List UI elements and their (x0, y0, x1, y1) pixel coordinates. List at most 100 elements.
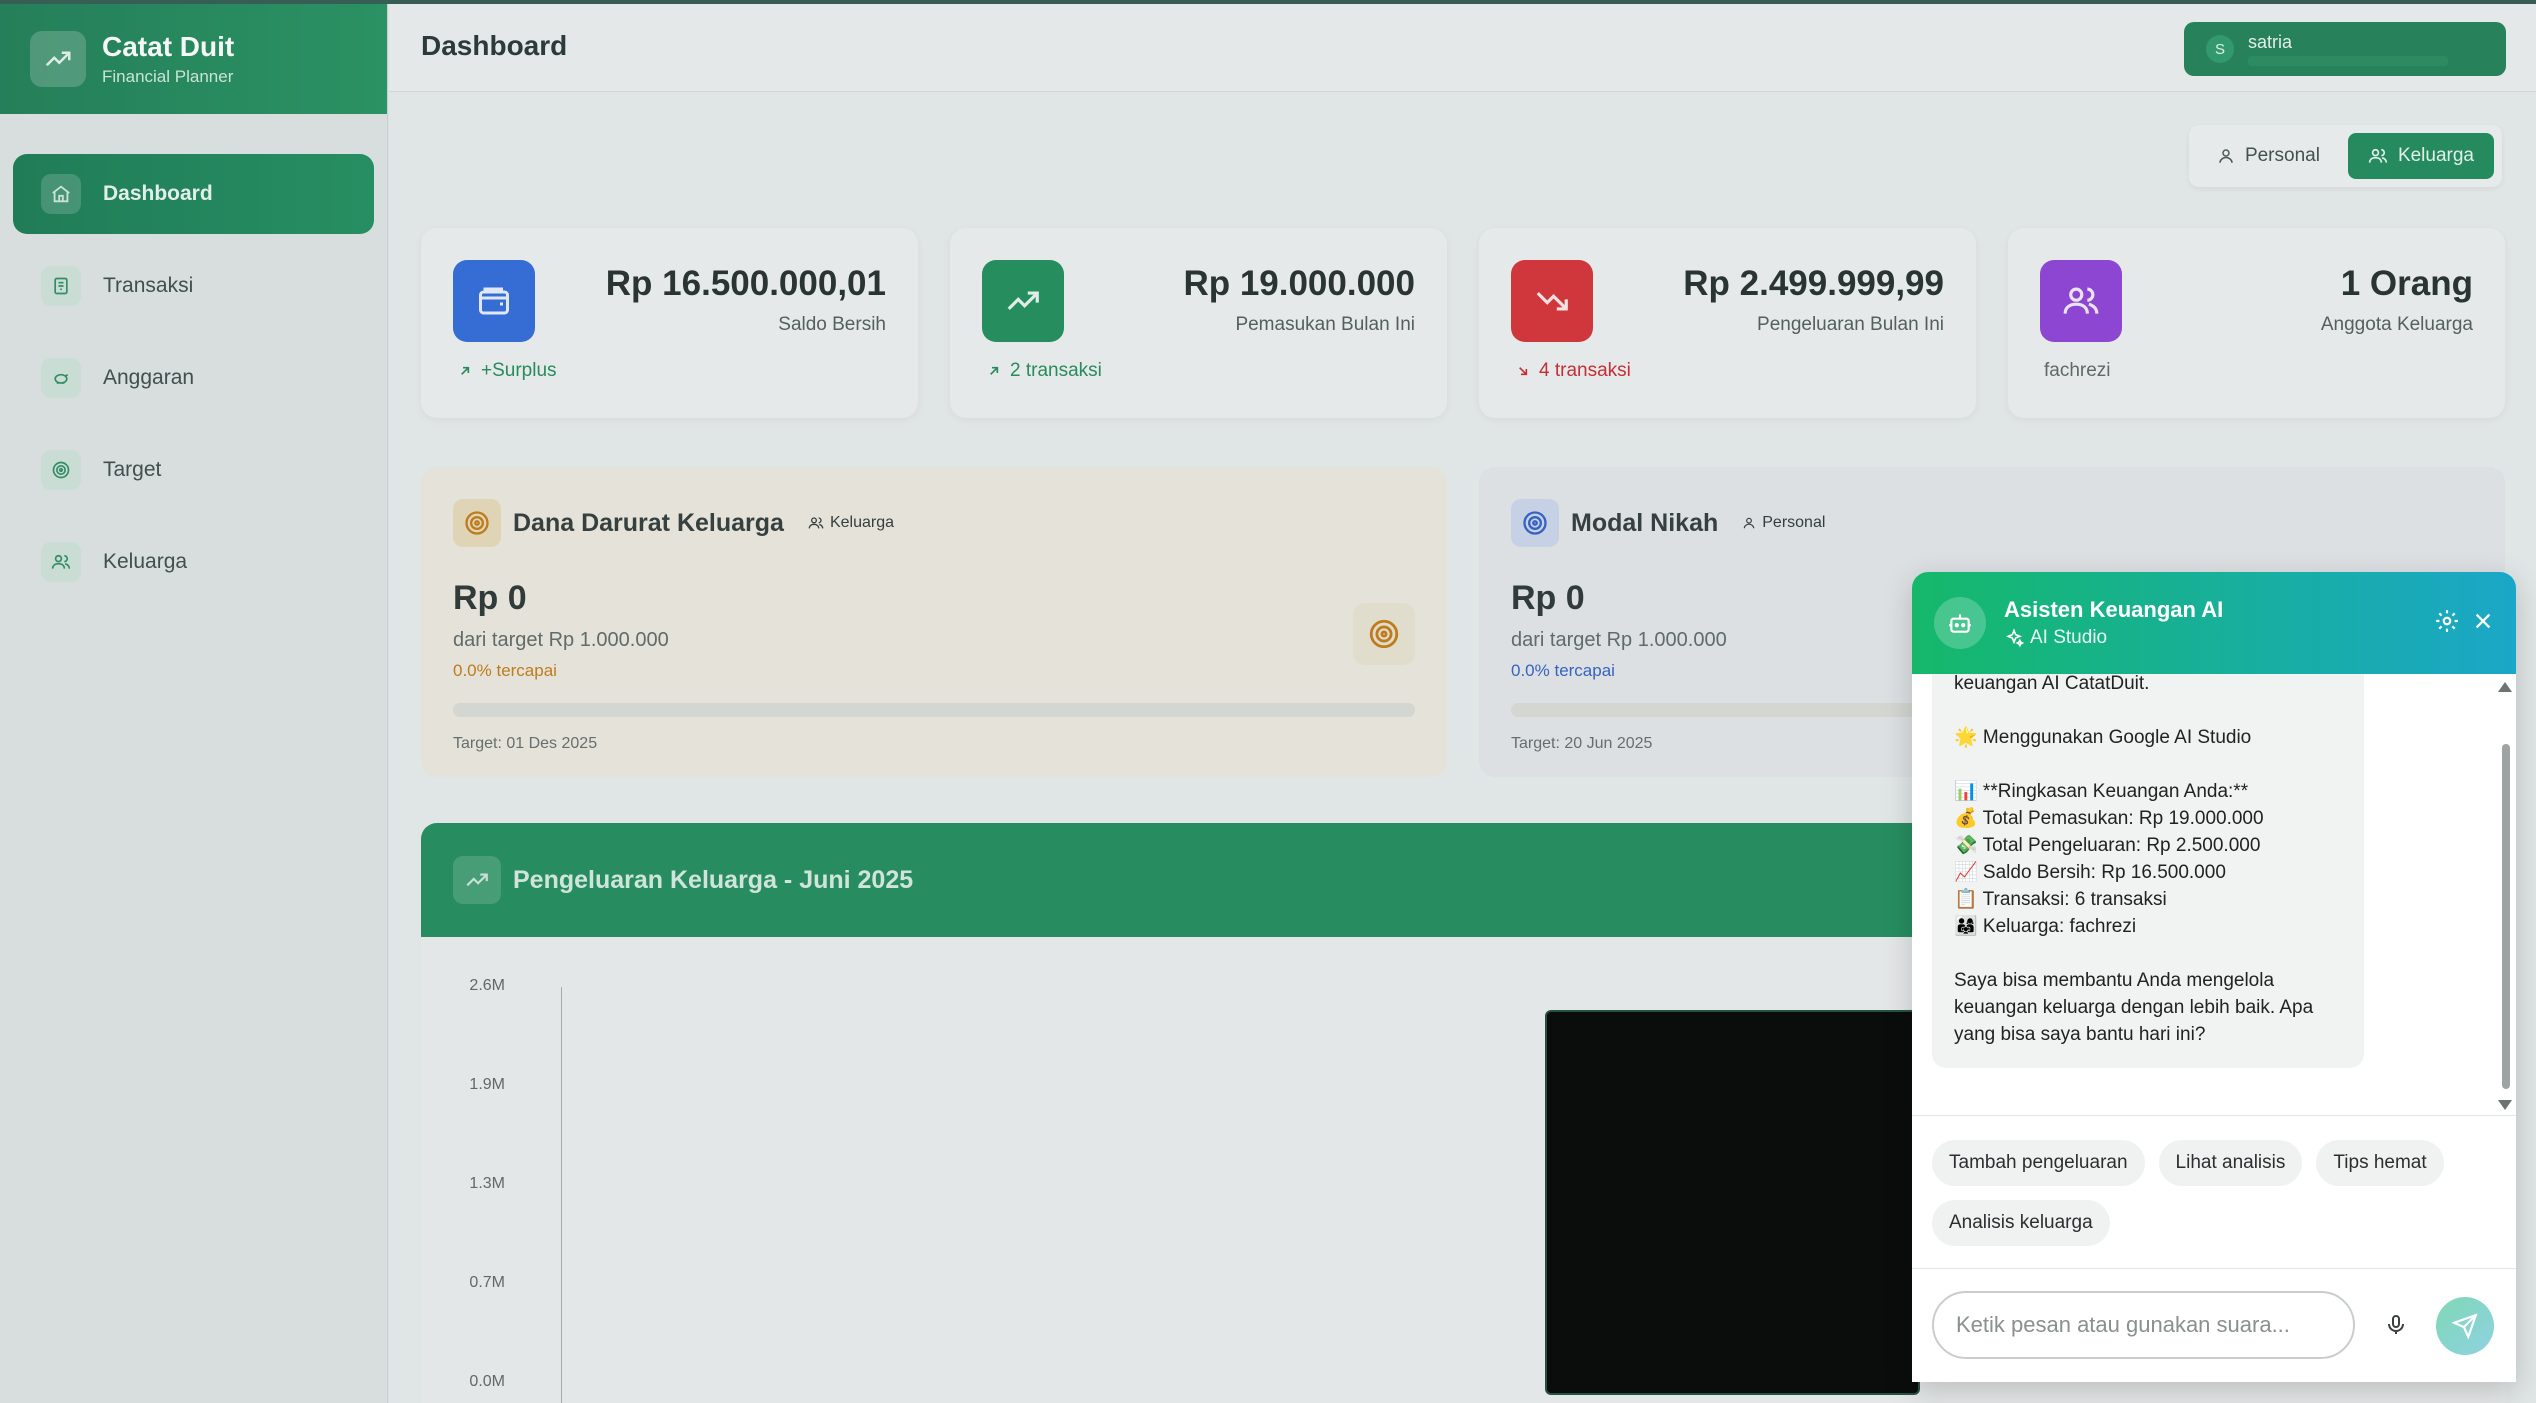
quick-action-tambah-pengeluaran[interactable]: Tambah pengeluaran (1932, 1140, 2145, 1186)
stat-value: 1 Orang (2340, 264, 2473, 303)
app-subtitle: Financial Planner (102, 67, 234, 86)
trending-up-icon (982, 260, 1064, 342)
stat-footer-text: +Surplus (481, 360, 557, 381)
stat-card-pemasukan: Rp 19.000.000 Pemasukan Bulan Ini 2 tran… (950, 228, 1447, 418)
sidebar-item-target[interactable]: Target (13, 430, 374, 510)
quick-action-lihat-analisis[interactable]: Lihat analisis (2158, 1140, 2303, 1186)
stat-footer-text: fachrezi (2044, 360, 2111, 381)
users-icon (41, 542, 81, 582)
send-icon[interactable] (2436, 1297, 2494, 1355)
trending-up-icon (30, 31, 86, 87)
arrow-up-right-icon (990, 366, 999, 375)
user-email-redacted (2248, 56, 2448, 66)
goal-card-dana-darurat[interactable]: Dana Darurat Keluarga Keluarga Rp 0 dari… (421, 467, 1447, 777)
user-icon (1744, 517, 1755, 529)
arrow-down-right-icon (1519, 367, 1528, 376)
stat-footer: 4 transaksi (1515, 360, 1631, 382)
sidebar-item-transaksi[interactable]: Transaksi (13, 246, 374, 326)
goal-scope-label: Keluarga (829, 514, 894, 531)
y-tick-label: 2.6M (469, 977, 505, 994)
message-line: keuangan AI CatatDuit. (1954, 674, 2150, 694)
goal-target: dari target Rp 1.000.000 (453, 629, 669, 651)
message-line: 📋 Transaksi: 6 transaksi (1954, 889, 2167, 910)
scroll-up-arrow-icon[interactable] (2498, 682, 2512, 692)
chat-header: Asisten Keuangan AI AI Studio (1912, 572, 2516, 674)
top-header: Dashboard S satria (389, 4, 2536, 92)
scroll-thumb[interactable] (2502, 744, 2510, 1089)
arrow-up-right-icon (461, 366, 470, 375)
stat-footer-text: 2 transaksi (1010, 360, 1102, 381)
message-line (1954, 751, 2342, 778)
sidebar-item-label: Anggaran (103, 366, 195, 389)
chat-scrollbar[interactable] (2498, 682, 2512, 1110)
stat-value: Rp 19.000.000 (1183, 264, 1415, 303)
sidebar-item-keluarga[interactable]: Keluarga (13, 522, 374, 602)
chat-messages[interactable]: keuangan AI CatatDuit. 🌟 Menggunakan Goo… (1912, 674, 2516, 1116)
page-title: Dashboard (421, 30, 568, 61)
toggle-personal-button[interactable]: Personal (2197, 133, 2340, 179)
scroll-down-arrow-icon[interactable] (2498, 1100, 2512, 1110)
goal-date: Target: 01 Des 2025 (453, 735, 598, 752)
brand: Catat Duit Financial Planner (0, 4, 387, 114)
target-icon (1353, 603, 1415, 665)
sidebar-item-dashboard[interactable]: Dashboard (13, 154, 374, 234)
toggle-keluarga-button[interactable]: Keluarga (2347, 133, 2494, 179)
message-line: 🌟 Menggunakan Google AI Studio (1954, 727, 2252, 748)
y-tick-label: 0.0M (469, 1373, 505, 1390)
goal-scope-label: Personal (1762, 514, 1826, 531)
ai-chat-panel: Asisten Keuangan AI AI Studio keuangan A… (1912, 572, 2516, 1382)
y-axis-line (561, 987, 562, 1403)
sidebar-nav: Dashboard Transaksi Anggaran Target Kelu… (0, 114, 387, 602)
stat-footer: fachrezi (2044, 360, 2111, 382)
wallet-icon (453, 260, 535, 342)
sidebar-item-label: Keluarga (103, 550, 188, 573)
close-icon[interactable] (2472, 610, 2494, 637)
target-icon (453, 499, 501, 547)
goal-percent: 0.0% tercapai (453, 661, 557, 680)
stat-label: Saldo Bersih (778, 314, 886, 335)
piggy-bank-icon (41, 358, 81, 398)
chat-title: Asisten Keuangan AI (2004, 597, 2224, 622)
goal-amount: Rp 0 (1511, 579, 1585, 617)
user-icon (2219, 149, 2233, 163)
gear-icon[interactable] (2434, 608, 2460, 639)
stat-label: Pengeluaran Bulan Ini (1757, 314, 1944, 335)
chat-message-input[interactable] (1932, 1291, 2355, 1359)
quick-action-analisis-keluarga[interactable]: Analisis keluarga (1932, 1200, 2110, 1246)
stat-footer-text: 4 transaksi (1539, 360, 1631, 381)
chat-subtitle-text: AI Studio (2030, 627, 2108, 648)
stat-label: Pemasukan Bulan Ini (1235, 314, 1415, 335)
tooltip-overlay-dark (1545, 1010, 1920, 1395)
assistant-message-bubble: keuangan AI CatatDuit. 🌟 Menggunakan Goo… (1932, 674, 2364, 1068)
message-line (1954, 940, 2342, 967)
message-line (1954, 697, 2342, 724)
message-line: 💸 Total Pengeluaran: Rp 2.500.000 (1954, 835, 2261, 856)
chat-subtitle: AI Studio (2004, 627, 2223, 649)
goal-title: Modal Nikah (1571, 508, 1719, 537)
stat-footer: +Surplus (457, 360, 557, 382)
trending-up-icon (453, 856, 501, 904)
mode-toggle: Personal Keluarga (2188, 125, 2502, 187)
quick-actions: Tambah pengeluaran Lihat analisis Tips h… (1932, 1140, 2502, 1246)
user-name: satria (2248, 32, 2293, 52)
sparkles-icon (2005, 628, 2024, 648)
goal-scope-badge: Personal (1742, 514, 1825, 532)
goal-date: Target: 20 Jun 2025 (1511, 735, 1653, 752)
microphone-icon[interactable] (2370, 1299, 2422, 1351)
quick-action-tips-hemat[interactable]: Tips hemat (2316, 1140, 2444, 1186)
sidebar-item-anggaran[interactable]: Anggaran (13, 338, 374, 418)
bot-icon (1934, 597, 1986, 649)
goal-title: Dana Darurat Keluarga (513, 508, 784, 537)
stat-label: Anggota Keluarga (2320, 314, 2473, 335)
user-menu-button[interactable]: S satria (2184, 22, 2506, 76)
avatar: S (2206, 35, 2234, 63)
target-icon (41, 450, 81, 490)
users-icon (2040, 260, 2122, 342)
stat-value: Rp 2.499.999,99 (1683, 264, 1944, 303)
stat-footer: 2 transaksi (986, 360, 1102, 382)
chat-input-bar (1912, 1268, 2516, 1382)
stat-value: Rp 16.500.000,01 (605, 264, 886, 303)
message-line: 👨‍👩‍👧 Keluarga: fachrezi (1954, 916, 2137, 937)
toggle-keluarga-label: Keluarga (2397, 145, 2474, 166)
app-title: Catat Duit (102, 31, 235, 62)
